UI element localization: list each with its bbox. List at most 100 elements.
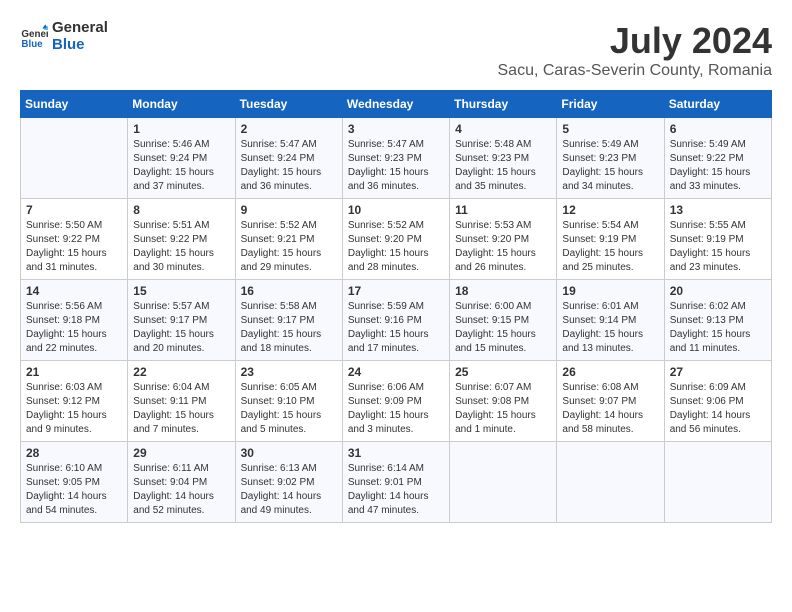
calendar-cell: 14 Sunrise: 5:56 AMSunset: 9:18 PMDayligh… xyxy=(21,280,128,361)
day-info: Sunrise: 5:47 AMSunset: 9:24 PMDaylight:… xyxy=(241,138,337,194)
calendar-cell: 22Sunrise: 6:04 AMSunset: 9:11 PMDayligh… xyxy=(128,361,235,442)
day-info: Sunrise: 6:10 AMSunset: 9:05 PMDaylight:… xyxy=(26,462,122,518)
day-number: 18 xyxy=(455,284,551,298)
weekday-header-tuesday: Tuesday xyxy=(235,91,342,118)
day-number: 21 xyxy=(26,365,122,379)
day-info: Sunrise: 5:56 AMSunset: 9:18 PMDaylight:… xyxy=(26,300,122,356)
calendar-week-row: 1 Sunrise: 5:46 AMSunset: 9:24 PMDaylight… xyxy=(21,118,772,199)
day-info: Sunrise: 5:57 AMSunset: 9:17 PMDaylight:… xyxy=(133,300,229,356)
calendar-cell: 11Sunrise: 5:53 AMSunset: 9:20 PMDayligh… xyxy=(450,199,557,280)
day-number: 24 xyxy=(348,365,444,379)
day-number: 14 xyxy=(26,284,122,298)
logo-general-text: General xyxy=(52,20,108,37)
day-number: 25 xyxy=(455,365,551,379)
weekday-header-thursday: Thursday xyxy=(450,91,557,118)
day-number: 3 xyxy=(348,122,444,136)
day-info: Sunrise: 5:52 AMSunset: 9:20 PMDaylight:… xyxy=(348,219,444,275)
calendar-cell: 18 Sunrise: 6:00 AMSunset: 9:15 PMDayligh… xyxy=(450,280,557,361)
day-info: Sunrise: 6:01 AMSunset: 9:14 PMDaylight:… xyxy=(562,300,658,356)
day-number: 27 xyxy=(670,365,766,379)
day-number: 1 xyxy=(133,122,229,136)
calendar-cell: 15 Sunrise: 5:57 AMSunset: 9:17 PMDayligh… xyxy=(128,280,235,361)
day-info: Sunrise: 5:51 AMSunset: 9:22 PMDaylight:… xyxy=(133,219,229,275)
day-number: 22 xyxy=(133,365,229,379)
day-number: 4 xyxy=(455,122,551,136)
weekday-header-saturday: Saturday xyxy=(664,91,771,118)
calendar-cell: 2 Sunrise: 5:47 AMSunset: 9:24 PMDaylight… xyxy=(235,118,342,199)
header: General Blue General Blue July 2024 Sacu… xyxy=(20,20,772,80)
day-info: Sunrise: 5:58 AMSunset: 9:17 PMDaylight:… xyxy=(241,300,337,356)
day-info: Sunrise: 6:14 AMSunset: 9:01 PMDaylight:… xyxy=(348,462,444,518)
calendar-cell: 20Sunrise: 6:02 AMSunset: 9:13 PMDayligh… xyxy=(664,280,771,361)
calendar-cell xyxy=(21,118,128,199)
calendar-cell: 6 Sunrise: 5:49 AMSunset: 9:22 PMDaylight… xyxy=(664,118,771,199)
calendar-cell: 26Sunrise: 6:08 AMSunset: 9:07 PMDayligh… xyxy=(557,361,664,442)
day-info: Sunrise: 5:50 AMSunset: 9:22 PMDaylight:… xyxy=(26,219,122,275)
day-number: 15 xyxy=(133,284,229,298)
calendar-table: SundayMondayTuesdayWednesdayThursdayFrid… xyxy=(20,90,772,523)
day-number: 30 xyxy=(241,446,337,460)
day-info: Sunrise: 5:46 AMSunset: 9:24 PMDaylight:… xyxy=(133,138,229,194)
day-info: Sunrise: 5:49 AMSunset: 9:22 PMDaylight:… xyxy=(670,138,766,194)
day-number: 23 xyxy=(241,365,337,379)
calendar-cell xyxy=(450,442,557,523)
day-number: 2 xyxy=(241,122,337,136)
calendar-cell: 17 Sunrise: 5:59 AMSunset: 9:16 PMDayligh… xyxy=(342,280,449,361)
day-info: Sunrise: 5:55 AMSunset: 9:19 PMDaylight:… xyxy=(670,219,766,275)
day-info: Sunrise: 6:00 AMSunset: 9:15 PMDaylight:… xyxy=(455,300,551,356)
calendar-cell: 24 Sunrise: 6:06 AMSunset: 9:09 PMDayligh… xyxy=(342,361,449,442)
calendar-week-row: 21 Sunrise: 6:03 AMSunset: 9:12 PMDayligh… xyxy=(21,361,772,442)
day-number: 29 xyxy=(133,446,229,460)
calendar-cell: 25 Sunrise: 6:07 AMSunset: 9:08 PMDayligh… xyxy=(450,361,557,442)
logo-icon: General Blue xyxy=(20,23,48,51)
calendar-week-row: 14 Sunrise: 5:56 AMSunset: 9:18 PMDayligh… xyxy=(21,280,772,361)
calendar-cell: 27 Sunrise: 6:09 AMSunset: 9:06 PMDayligh… xyxy=(664,361,771,442)
calendar-cell: 29 Sunrise: 6:11 AMSunset: 9:04 PMDayligh… xyxy=(128,442,235,523)
calendar-cell: 3 Sunrise: 5:47 AMSunset: 9:23 PMDaylight… xyxy=(342,118,449,199)
day-info: Sunrise: 6:13 AMSunset: 9:02 PMDaylight:… xyxy=(241,462,337,518)
calendar-cell: 19 Sunrise: 6:01 AMSunset: 9:14 PMDayligh… xyxy=(557,280,664,361)
day-info: Sunrise: 6:06 AMSunset: 9:09 PMDaylight:… xyxy=(348,381,444,437)
calendar-cell: 7Sunrise: 5:50 AMSunset: 9:22 PMDaylight… xyxy=(21,199,128,280)
calendar-cell: 30 Sunrise: 6:13 AMSunset: 9:02 PMDayligh… xyxy=(235,442,342,523)
svg-text:Blue: Blue xyxy=(21,38,43,49)
logo-blue-text: Blue xyxy=(52,37,108,54)
day-info: Sunrise: 6:07 AMSunset: 9:08 PMDaylight:… xyxy=(455,381,551,437)
day-info: Sunrise: 5:52 AMSunset: 9:21 PMDaylight:… xyxy=(241,219,337,275)
weekday-header-sunday: Sunday xyxy=(21,91,128,118)
day-number: 8 xyxy=(133,203,229,217)
calendar-cell: 16 Sunrise: 5:58 AMSunset: 9:17 PMDayligh… xyxy=(235,280,342,361)
calendar-cell: 10 Sunrise: 5:52 AMSunset: 9:20 PMDayligh… xyxy=(342,199,449,280)
calendar-cell: 12Sunrise: 5:54 AMSunset: 9:19 PMDayligh… xyxy=(557,199,664,280)
day-number: 16 xyxy=(241,284,337,298)
calendar-cell: 5Sunrise: 5:49 AMSunset: 9:23 PMDaylight… xyxy=(557,118,664,199)
day-info: Sunrise: 6:09 AMSunset: 9:06 PMDaylight:… xyxy=(670,381,766,437)
calendar-cell: 13 Sunrise: 5:55 AMSunset: 9:19 PMDayligh… xyxy=(664,199,771,280)
calendar-cell xyxy=(664,442,771,523)
calendar-week-row: 28Sunrise: 6:10 AMSunset: 9:05 PMDayligh… xyxy=(21,442,772,523)
day-number: 9 xyxy=(241,203,337,217)
calendar-header: SundayMondayTuesdayWednesdayThursdayFrid… xyxy=(21,91,772,118)
location-subtitle: Sacu, Caras-Severin County, Romania xyxy=(498,62,773,80)
day-number: 13 xyxy=(670,203,766,217)
day-number: 31 xyxy=(348,446,444,460)
day-info: Sunrise: 6:03 AMSunset: 9:12 PMDaylight:… xyxy=(26,381,122,437)
weekday-header-monday: Monday xyxy=(128,91,235,118)
calendar-week-row: 7Sunrise: 5:50 AMSunset: 9:22 PMDaylight… xyxy=(21,199,772,280)
calendar-cell: 23Sunrise: 6:05 AMSunset: 9:10 PMDayligh… xyxy=(235,361,342,442)
calendar-cell: 9 Sunrise: 5:52 AMSunset: 9:21 PMDaylight… xyxy=(235,199,342,280)
calendar-cell xyxy=(557,442,664,523)
day-info: Sunrise: 5:59 AMSunset: 9:16 PMDaylight:… xyxy=(348,300,444,356)
day-number: 5 xyxy=(562,122,658,136)
logo: General Blue General Blue xyxy=(20,20,108,53)
day-number: 6 xyxy=(670,122,766,136)
day-info: Sunrise: 6:11 AMSunset: 9:04 PMDaylight:… xyxy=(133,462,229,518)
day-number: 19 xyxy=(562,284,658,298)
day-number: 17 xyxy=(348,284,444,298)
day-info: Sunrise: 5:47 AMSunset: 9:23 PMDaylight:… xyxy=(348,138,444,194)
day-info: Sunrise: 6:08 AMSunset: 9:07 PMDaylight:… xyxy=(562,381,658,437)
day-info: Sunrise: 6:02 AMSunset: 9:13 PMDaylight:… xyxy=(670,300,766,356)
calendar-cell: 8 Sunrise: 5:51 AMSunset: 9:22 PMDaylight… xyxy=(128,199,235,280)
day-number: 10 xyxy=(348,203,444,217)
day-number: 11 xyxy=(455,203,551,217)
